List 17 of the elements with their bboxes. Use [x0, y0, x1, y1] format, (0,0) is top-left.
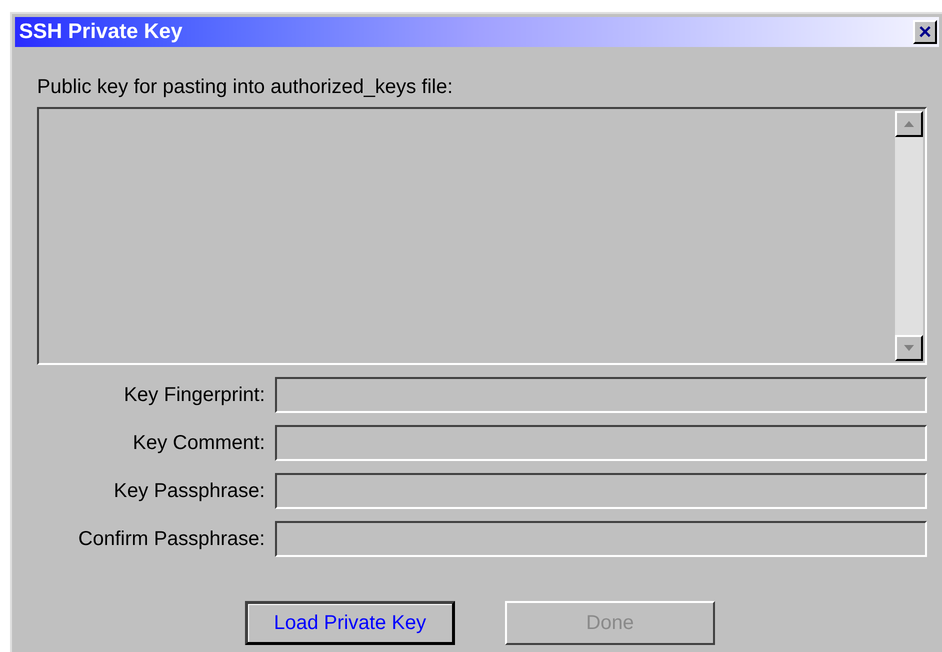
input-field[interactable] [275, 521, 927, 557]
field-label: Key Fingerprint: [122, 383, 265, 408]
field-label: Key Passphrase: [112, 479, 265, 504]
close-button[interactable]: × [913, 20, 937, 44]
field-label: Confirm Passphrase: [77, 527, 265, 552]
scroll-down-button[interactable] [895, 335, 923, 361]
field-label: Key Comment: [132, 431, 265, 456]
down-arrow-icon [904, 345, 914, 351]
window-title: SSH Private Key [19, 19, 182, 46]
up-arrow-icon [904, 121, 914, 127]
input-field[interactable] [275, 377, 927, 413]
input-field[interactable] [275, 425, 927, 461]
vertical-scrollbar[interactable] [895, 111, 923, 361]
input-field[interactable] [275, 473, 927, 509]
load-key-button[interactable]: Load Private Key [245, 601, 455, 645]
scroll-up-button[interactable] [895, 111, 923, 137]
field-label: Public key for pasting into authorized_keys file: [37, 75, 454, 99]
